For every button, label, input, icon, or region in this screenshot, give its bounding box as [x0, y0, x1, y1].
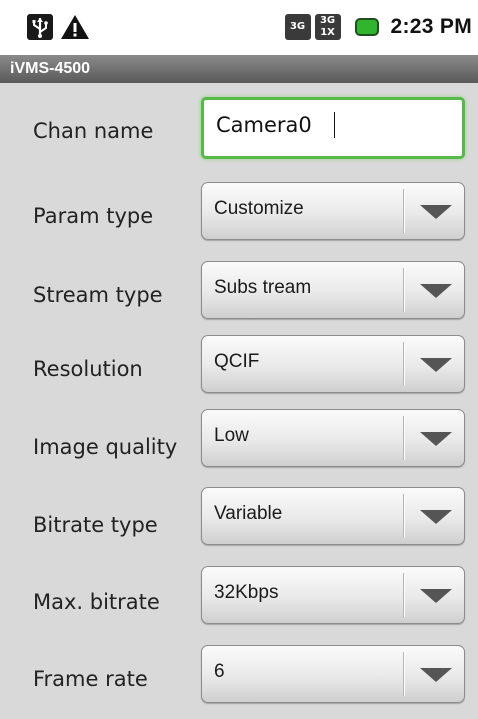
spinner-divider [403, 416, 404, 460]
max-bitrate-select[interactable]: 32Kbps [201, 566, 465, 624]
dropdown-arrow-icon[interactable] [420, 589, 452, 603]
spinner-divider [403, 342, 404, 386]
status-clock: 2:23 PM [390, 15, 472, 38]
status-right: 3G 3G 1X 2:23 PM [284, 14, 472, 40]
image-quality-value: Low [214, 425, 249, 446]
stream-type-value: Subs tream [214, 277, 312, 298]
app-title: iVMS-4500 [10, 60, 91, 77]
bitrate-type-value: Variable [214, 503, 283, 524]
param-type-value: Customize [214, 198, 304, 219]
signal-3g-icon: 3G [284, 14, 311, 40]
network-label-3g-secondary: 3G [319, 15, 336, 26]
status-left [26, 13, 90, 41]
bitrate-type-select[interactable]: Variable [201, 487, 465, 545]
max-bitrate-label: Max. bitrate [33, 590, 160, 614]
dropdown-arrow-icon[interactable] [420, 668, 452, 682]
frame-rate-value: 6 [214, 661, 225, 682]
battery-icon [354, 18, 379, 36]
bitrate-type-label: Bitrate type [33, 513, 158, 537]
image-quality-select[interactable]: Low [201, 409, 465, 467]
dropdown-arrow-icon[interactable] [420, 358, 452, 372]
frame-rate-label: Frame rate [33, 667, 148, 691]
stream-type-select[interactable]: Subs tream [201, 261, 465, 319]
network-label-1x: 1X [320, 27, 335, 38]
chan-name-value: Camera0 [216, 113, 312, 137]
warning-icon [61, 15, 89, 39]
network-label-3g: 3G [289, 21, 306, 32]
usb-icon [27, 14, 53, 40]
signal-1x-icon: 3G 1X [314, 14, 341, 40]
spinner-divider [403, 573, 404, 617]
text-cursor [334, 112, 335, 138]
resolution-label: Resolution [33, 357, 143, 381]
max-bitrate-value: 32Kbps [214, 582, 279, 603]
dropdown-arrow-icon[interactable] [420, 284, 452, 298]
resolution-select[interactable]: QCIF [201, 335, 465, 393]
chan-name-input[interactable]: Camera0 [201, 97, 465, 159]
status-bar: 3G 3G 1X 2:23 PM [0, 0, 478, 55]
stream-type-label: Stream type [33, 283, 163, 307]
network-indicators: 3G 3G 1X [284, 14, 341, 40]
image-quality-label: Image quality [33, 435, 178, 459]
frame-rate-select[interactable]: 6 [201, 645, 465, 703]
dropdown-arrow-icon[interactable] [420, 432, 452, 446]
spinner-divider [403, 494, 404, 538]
param-type-label: Param type [33, 204, 154, 228]
param-type-select[interactable]: Customize [201, 182, 465, 240]
dropdown-arrow-icon[interactable] [420, 510, 452, 524]
resolution-value: QCIF [214, 351, 260, 372]
spinner-divider [403, 268, 404, 312]
dropdown-arrow-icon[interactable] [420, 205, 452, 219]
app-title-bar: iVMS-4500 [0, 55, 478, 83]
spinner-divider [403, 189, 404, 233]
chan-name-label: Chan name [33, 119, 154, 143]
spinner-divider [403, 652, 404, 696]
